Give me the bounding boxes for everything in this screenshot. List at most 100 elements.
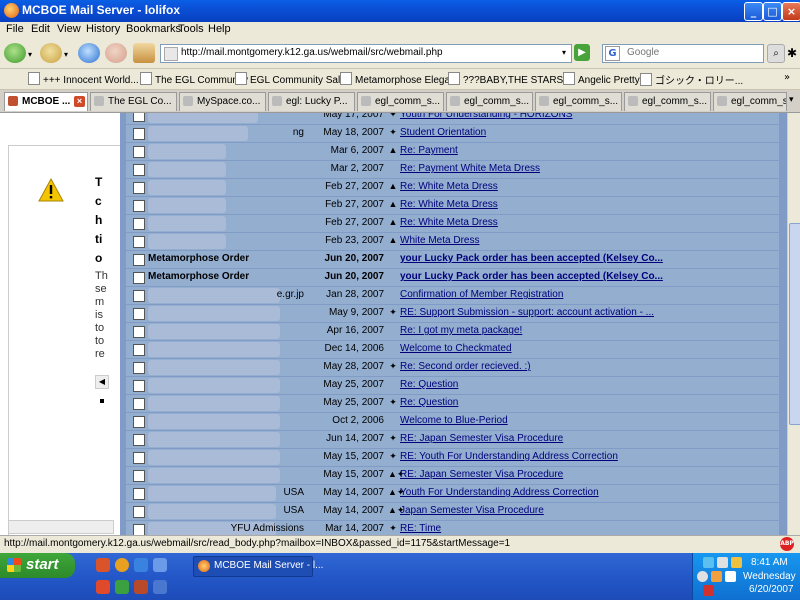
- search-input[interactable]: [627, 46, 747, 59]
- message-row[interactable]: USA May 14, 2007 ▲✦ Youth For Understanding…: [126, 485, 779, 503]
- message-checkbox[interactable]: [133, 362, 145, 374]
- message-row[interactable]: Jun 14, 2007 ✦ RE: Japan Semester Visa Pro…: [126, 431, 779, 449]
- message-subject-link[interactable]: RE: Support Submission - support: accoun…: [400, 307, 776, 318]
- message-subject-link[interactable]: Re: Payment White Meta Dress: [400, 163, 776, 174]
- message-checkbox[interactable]: [133, 434, 145, 446]
- message-row[interactable]: Feb 23, 2007 ▲ White Meta Dress: [126, 233, 779, 251]
- message-checkbox[interactable]: [133, 164, 145, 176]
- message-subject-link[interactable]: RE: Japan Semester Visa Procedure: [400, 469, 776, 480]
- taskbar-window-button[interactable]: MCBOE Mail Server - l...: [193, 556, 323, 577]
- message-checkbox[interactable]: [133, 506, 145, 518]
- message-row[interactable]: May 28, 2007 ✦ Re: Second order recieved. …: [126, 359, 779, 377]
- message-checkbox[interactable]: [133, 128, 145, 140]
- clock-time[interactable]: 8:41 AM: [751, 557, 788, 568]
- go-button[interactable]: ▶: [574, 44, 590, 61]
- tray-app-icon[interactable]: [731, 557, 742, 568]
- tray-app3-icon[interactable]: [725, 571, 736, 582]
- vertical-scrollbar[interactable]: [787, 113, 800, 535]
- back-dropdown-icon[interactable]: ▾: [28, 50, 32, 59]
- message-checkbox[interactable]: [133, 398, 145, 410]
- message-checkbox[interactable]: [133, 380, 145, 392]
- menu-file[interactable]: File: [6, 23, 24, 35]
- message-row[interactable]: Mar 2, 2007 Re: Payment White Meta Dress: [126, 161, 779, 179]
- url-text[interactable]: http://mail.montgomery.k12.ga.us/webmail…: [181, 47, 443, 58]
- message-checkbox[interactable]: [133, 272, 145, 284]
- tab-egl-comm-sales[interactable]: egl_comm_s...: [713, 92, 787, 111]
- quicklaunch-firefox-icon[interactable]: [96, 558, 110, 572]
- tab-egl-lucky[interactable]: egl: Lucky P...: [268, 92, 355, 111]
- message-checkbox[interactable]: [133, 488, 145, 500]
- bookmark-item[interactable]: ゴシック・ロリー...: [640, 72, 743, 87]
- message-checkbox[interactable]: [133, 200, 145, 212]
- message-subject-link[interactable]: Confirmation of Member Registration: [400, 289, 776, 300]
- message-subject-link[interactable]: RE: Time: [400, 523, 776, 534]
- message-subject-link[interactable]: RE: Youth For Understanding Address Corr…: [400, 451, 776, 462]
- stop-icon[interactable]: [105, 43, 127, 63]
- menu-view[interactable]: View: [57, 23, 81, 35]
- message-row[interactable]: May 15, 2007 ✦ RE: Youth For Understanding…: [126, 449, 779, 467]
- tray-app2-icon[interactable]: [711, 571, 722, 582]
- message-row[interactable]: Oct 2, 2006 Welcome to Blue-Period: [126, 413, 779, 431]
- message-subject-link[interactable]: Re: Question: [400, 397, 776, 408]
- scroll-left-icon[interactable]: ◀: [95, 375, 109, 389]
- message-subject-link[interactable]: Re: I got my meta package!: [400, 325, 776, 336]
- quicklaunch-app3-icon[interactable]: [153, 580, 167, 594]
- message-row[interactable]: YFU Admissions Mar 14, 2007 ✦ RE: Time: [126, 521, 779, 535]
- message-row[interactable]: ng May 18, 2007 ✦ Student Orientation: [126, 125, 779, 143]
- message-subject-link[interactable]: RE: Japan Semester Visa Procedure: [400, 433, 776, 444]
- menu-bookmarks[interactable]: Bookmarks: [126, 23, 181, 35]
- search-box[interactable]: G: [602, 44, 764, 63]
- message-checkbox[interactable]: [133, 218, 145, 230]
- message-subject-link[interactable]: Re: White Meta Dress: [400, 181, 776, 192]
- message-row[interactable]: Apr 16, 2007 Re: I got my meta package!: [126, 323, 779, 341]
- url-bar[interactable]: http://mail.montgomery.k12.ga.us/webmail…: [160, 44, 572, 63]
- menu-help[interactable]: Help: [208, 23, 231, 35]
- message-checkbox[interactable]: [133, 416, 145, 428]
- bookmark-item[interactable]: ???BABY,THE STARS ...: [448, 72, 574, 86]
- message-checkbox[interactable]: [133, 182, 145, 194]
- message-row[interactable]: May 17, 2007 ✦ Youth For Understanding - H…: [126, 113, 779, 125]
- tab-egl-comm-sales[interactable]: egl_comm_s...: [446, 92, 533, 111]
- message-row[interactable]: USA May 14, 2007 ▲✦ Japan Semester Visa Pro…: [126, 503, 779, 521]
- forward-dropdown-icon[interactable]: ▾: [64, 50, 68, 59]
- message-subject-link[interactable]: Re: Payment: [400, 145, 776, 156]
- start-button[interactable]: start: [0, 553, 75, 578]
- message-subject-link[interactable]: your Lucky Pack order has been accepted …: [400, 271, 776, 282]
- bookmark-item[interactable]: EGL Community Sales: [235, 72, 351, 86]
- message-row[interactable]: May 9, 2007 ✦ RE: Support Submission - sup…: [126, 305, 779, 323]
- message-checkbox[interactable]: [133, 452, 145, 464]
- message-row[interactable]: Metamorphose Order Jun 20, 2007 your Lucky…: [126, 251, 779, 269]
- quicklaunch-ie-icon[interactable]: [134, 558, 148, 572]
- google-search-engine-icon[interactable]: G: [605, 46, 620, 61]
- message-checkbox[interactable]: [133, 308, 145, 320]
- search-magnifier-icon[interactable]: ⌕: [767, 44, 785, 63]
- message-subject-link[interactable]: Welcome to Blue-Period: [400, 415, 776, 426]
- message-subject-link[interactable]: Re: Second order recieved. :): [400, 361, 776, 372]
- quicklaunch-ie2-icon[interactable]: [153, 558, 167, 572]
- message-subject-link[interactable]: Re: White Meta Dress: [400, 217, 776, 228]
- message-row[interactable]: Feb 27, 2007 ▲ Re: White Meta Dress: [126, 215, 779, 233]
- bookmarks-overflow-icon[interactable]: »: [784, 72, 790, 83]
- message-subject-link[interactable]: White Meta Dress: [400, 235, 776, 246]
- message-checkbox[interactable]: [133, 290, 145, 302]
- maximize-button[interactable]: □: [763, 2, 782, 21]
- message-row[interactable]: Metamorphose Order Jun 20, 2007 your Lucky…: [126, 269, 779, 287]
- tab-myspace[interactable]: MySpace.co...: [179, 92, 266, 111]
- menu-tools[interactable]: Tools: [178, 23, 204, 35]
- bookmark-item[interactable]: +++ Innocent World...: [28, 72, 139, 86]
- message-subject-link[interactable]: Welcome to Checkmated: [400, 343, 776, 354]
- security-alert-icon[interactable]: [703, 585, 714, 596]
- quicklaunch-browser-icon[interactable]: [115, 558, 129, 572]
- message-checkbox[interactable]: [133, 113, 145, 122]
- forward-arrow-icon[interactable]: [40, 43, 62, 63]
- bookmark-item[interactable]: Angelic Pretty: [563, 72, 640, 86]
- message-checkbox[interactable]: [133, 524, 145, 535]
- quicklaunch-app2-icon[interactable]: [134, 580, 148, 594]
- message-subject-link[interactable]: your Lucky Pack order has been accepted …: [400, 253, 776, 264]
- volume-icon[interactable]: [717, 557, 728, 568]
- close-tab-icon[interactable]: ×: [74, 96, 85, 107]
- message-row[interactable]: May 25, 2007 Re: Question: [126, 377, 779, 395]
- window-title-bar[interactable]: MCBOE Mail Server - lolifox _ □ ×: [0, 0, 800, 22]
- message-subject-link[interactable]: Youth For Understanding - HORIZONS: [400, 113, 776, 120]
- message-row[interactable]: May 25, 2007 ✦ Re: Question: [126, 395, 779, 413]
